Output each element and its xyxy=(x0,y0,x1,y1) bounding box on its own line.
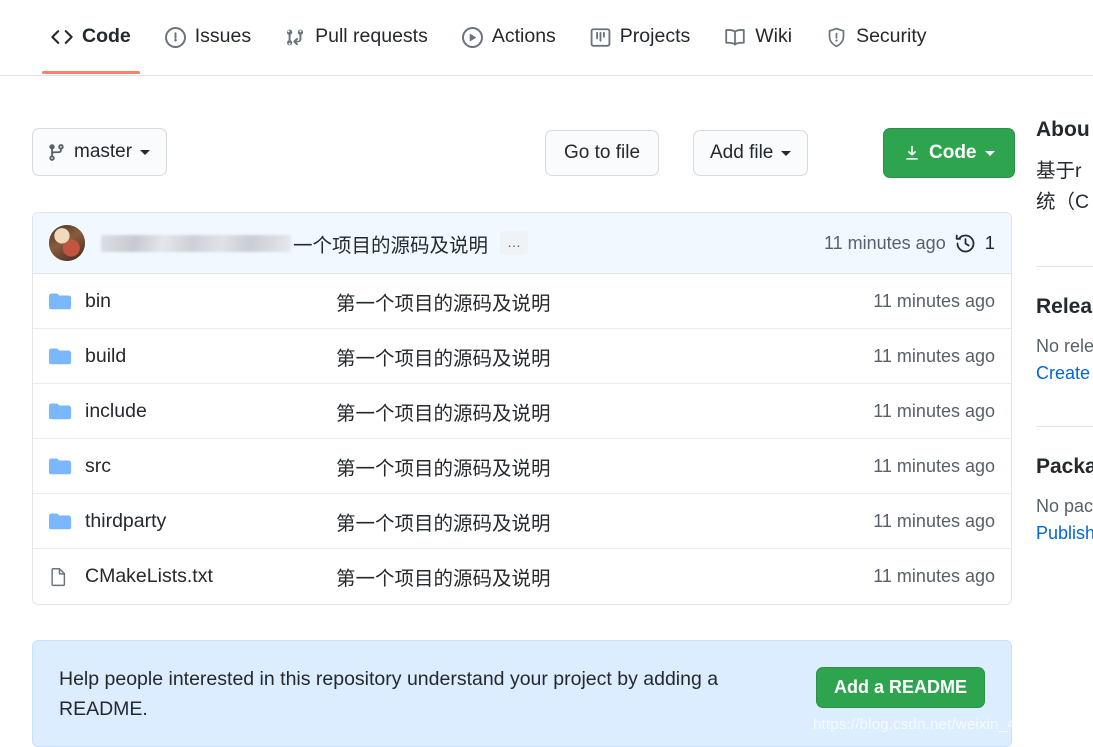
table-row[interactable]: bin 第一个项目的源码及说明 11 minutes ago xyxy=(33,274,1011,329)
tab-wiki[interactable]: Wiki xyxy=(707,0,809,74)
chevron-down-icon xyxy=(781,150,792,156)
tab-label: Actions xyxy=(491,25,556,48)
add-file-label: Add file xyxy=(710,142,774,163)
about-description-line2: 统（C xyxy=(1036,191,1090,213)
about-heading: Abou xyxy=(1036,118,1090,141)
file-name[interactable]: thirdparty xyxy=(85,510,336,533)
git-branch-icon xyxy=(47,143,66,162)
commit-message[interactable]: 一个项目的源码及说明 xyxy=(293,229,488,258)
avatar[interactable] xyxy=(49,225,85,261)
sidebar-divider xyxy=(1036,426,1093,427)
file-commit-time: 11 minutes ago xyxy=(873,345,995,366)
file-list-box: 一个项目的源码及说明 … 11 minutes ago 1 bin 第一个项目的源… xyxy=(32,212,1012,605)
file-commit-message[interactable]: 第一个项目的源码及说明 xyxy=(336,287,873,316)
table-row[interactable]: include 第一个项目的源码及说明 11 minutes ago xyxy=(33,384,1011,439)
releases-empty-text: No rele xyxy=(1036,336,1093,356)
commit-time: 11 minutes ago xyxy=(823,232,946,253)
file-commit-time: 11 minutes ago xyxy=(873,510,995,531)
project-board-icon xyxy=(590,27,611,48)
file-name[interactable]: bin xyxy=(85,290,336,313)
packages-section: Packa No pac Publish xyxy=(1036,455,1093,544)
releases-heading: Relea xyxy=(1036,295,1093,318)
code-icon xyxy=(51,26,73,48)
file-commit-message[interactable]: 第一个项目的源码及说明 xyxy=(336,507,873,536)
play-icon xyxy=(461,26,483,48)
readme-banner-text: Help people interested in this repositor… xyxy=(59,667,719,720)
tab-actions[interactable]: Actions xyxy=(445,0,573,74)
packages-heading: Packa xyxy=(1036,455,1093,478)
tab-security[interactable]: Security xyxy=(809,0,943,74)
sidebar-divider xyxy=(1036,266,1093,267)
branch-selector-button[interactable]: master xyxy=(32,128,168,176)
tab-label: Projects xyxy=(619,25,691,48)
commit-meta: 11 minutes ago 1 xyxy=(824,232,995,254)
go-to-file-label: Go to file xyxy=(564,142,641,163)
table-row[interactable]: CMakeLists.txt 第一个项目的源码及说明 11 minutes ago xyxy=(33,549,1011,604)
file-name[interactable]: include xyxy=(85,400,336,423)
folder-icon xyxy=(49,400,85,422)
about-description-line1: 基于r xyxy=(1036,160,1082,182)
tab-label: Wiki xyxy=(755,25,793,48)
code-download-button[interactable]: Code xyxy=(883,128,1015,178)
file-commit-message[interactable]: 第一个项目的源码及说明 xyxy=(336,452,873,481)
shield-icon xyxy=(826,27,847,48)
tab-pull-requests[interactable]: Pull requests xyxy=(268,0,445,74)
folder-icon xyxy=(49,455,85,477)
chevron-down-icon xyxy=(140,149,151,155)
table-row[interactable]: src 第一个项目的源码及说明 11 minutes ago xyxy=(33,439,1011,494)
file-commit-time: 11 minutes ago xyxy=(873,400,995,421)
add-readme-button[interactable]: Add a README xyxy=(815,667,985,708)
file-commit-time: 11 minutes ago xyxy=(873,566,995,586)
file-name[interactable]: src xyxy=(85,455,336,478)
about-section: Abou 基于r 统（C xyxy=(1036,118,1093,218)
history-icon[interactable] xyxy=(955,233,976,254)
repo-toolbar: master Go to file Add file Code xyxy=(32,128,1015,178)
file-commit-message[interactable]: 第一个项目的源码及说明 xyxy=(336,562,873,591)
tab-label: Security xyxy=(856,25,927,48)
table-row[interactable]: build 第一个项目的源码及说明 11 minutes ago xyxy=(33,329,1011,384)
download-icon xyxy=(903,144,921,162)
commit-expand-button[interactable]: … xyxy=(500,231,529,255)
commit-count[interactable]: 1 xyxy=(985,232,995,254)
tab-active-underline xyxy=(42,71,140,74)
commit-author-blurred xyxy=(101,234,291,252)
packages-empty-text: No pac xyxy=(1036,496,1093,516)
file-rows: bin 第一个项目的源码及说明 11 minutes ago build 第一个项目的源… xyxy=(33,274,1011,604)
issue-opened-icon xyxy=(164,26,186,48)
watermark: https://blog.csdn.net/weixin_45824959 xyxy=(813,716,1076,733)
code-button-label: Code xyxy=(929,142,977,163)
file-commit-time: 11 minutes ago xyxy=(873,455,995,476)
folder-icon xyxy=(49,510,85,532)
tab-projects[interactable]: Projects xyxy=(573,0,707,74)
add-file-button[interactable]: Add file xyxy=(693,130,809,176)
table-row[interactable]: thirdparty 第一个项目的源码及说明 11 minutes ago xyxy=(33,494,1011,549)
file-icon xyxy=(49,566,85,588)
chevron-down-icon xyxy=(984,150,995,156)
go-to-file-button[interactable]: Go to file xyxy=(545,130,660,176)
tab-label: Code xyxy=(82,25,131,48)
publish-package-link[interactable]: Publish xyxy=(1036,523,1093,544)
repo-sidebar: Abou 基于r 统（C Relea No rele Create Packa … xyxy=(1036,118,1093,544)
releases-section: Relea No rele Create xyxy=(1036,295,1093,384)
folder-icon xyxy=(49,345,85,367)
tab-label: Issues xyxy=(194,25,252,48)
file-commit-time: 11 minutes ago xyxy=(873,290,995,311)
branch-name: master xyxy=(74,141,133,162)
create-release-link[interactable]: Create xyxy=(1036,363,1093,384)
latest-commit-bar: 一个项目的源码及说明 … 11 minutes ago 1 xyxy=(33,213,1011,274)
tab-label: Pull requests xyxy=(315,25,428,48)
file-commit-message[interactable]: 第一个项目的源码及说明 xyxy=(336,397,873,426)
git-pull-request-icon xyxy=(285,27,306,48)
repository-page: Code Issues Pull requests Actions Projec… xyxy=(0,0,1093,747)
file-commit-message[interactable]: 第一个项目的源码及说明 xyxy=(336,342,873,371)
book-icon xyxy=(724,26,746,48)
repository-nav: Code Issues Pull requests Actions Projec… xyxy=(0,0,1093,76)
tab-issues[interactable]: Issues xyxy=(148,0,268,74)
tab-code[interactable]: Code xyxy=(34,0,148,74)
file-name[interactable]: build xyxy=(85,345,336,368)
file-name[interactable]: CMakeLists.txt xyxy=(85,565,336,588)
folder-icon xyxy=(49,290,85,312)
